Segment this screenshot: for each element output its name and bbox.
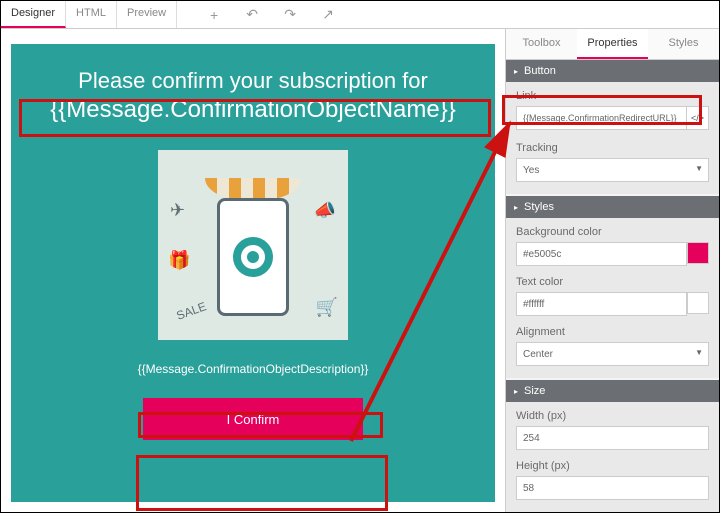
confirm-button[interactable]: I Confirm — [143, 398, 363, 440]
heading-text: Please confirm your subscription for — [21, 68, 485, 94]
code-button[interactable]: </> — [686, 107, 708, 129]
link-input[interactable] — [516, 106, 709, 130]
view-tabs: Designer HTML Preview — [1, 1, 177, 28]
alignment-label: Alignment — [516, 326, 709, 338]
bgcolor-swatch[interactable] — [687, 242, 709, 264]
section-styles[interactable]: ▸Styles — [506, 196, 719, 218]
tab-toolbox[interactable]: Toolbox — [506, 29, 577, 59]
link-field-row: </> — [516, 106, 709, 130]
height-label: Height (px) — [516, 460, 709, 472]
section-size[interactable]: ▸Size — [506, 380, 719, 402]
tab-designer[interactable]: Designer — [1, 1, 66, 28]
alignment-select[interactable] — [516, 342, 709, 366]
width-label: Width (px) — [516, 410, 709, 422]
add-icon[interactable]: + — [207, 8, 221, 22]
merge-object-name[interactable]: {{Message.ConfirmationObjectName}} — [50, 96, 456, 124]
megaphone-icon: 📣 — [314, 200, 336, 221]
awning-illustration — [205, 178, 301, 200]
section-button[interactable]: ▸Button — [506, 60, 719, 82]
chevron-down-icon: ▸ — [514, 203, 518, 212]
target-icon — [233, 237, 273, 277]
sale-tag-icon: SALE — [175, 299, 209, 323]
chevron-down-icon: ▸ — [514, 387, 518, 396]
tab-html[interactable]: HTML — [66, 1, 117, 28]
tracking-select[interactable] — [516, 158, 709, 182]
top-toolbar: Designer HTML Preview + ↶ ↷ ↗ — [1, 1, 719, 29]
tab-properties[interactable]: Properties — [577, 29, 648, 59]
tracking-label: Tracking — [516, 142, 709, 154]
toolbar-actions: + ↶ ↷ ↗ — [177, 1, 335, 28]
redo-icon[interactable]: ↷ — [283, 8, 297, 22]
phone-illustration — [217, 198, 289, 316]
bgcolor-label: Background color — [516, 226, 709, 238]
textcolor-swatch[interactable] — [687, 292, 709, 314]
tab-styles[interactable]: Styles — [648, 29, 719, 59]
height-input[interactable] — [516, 476, 709, 500]
link-label: Link — [516, 90, 709, 102]
gift-icon: 🎁 — [168, 250, 190, 271]
bgcolor-input[interactable] — [516, 242, 687, 266]
highlight-confirm-button — [136, 455, 388, 511]
width-input[interactable] — [516, 426, 709, 450]
chevron-down-icon: ▸ — [514, 67, 518, 76]
canvas-area: Please confirm your subscription for {{M… — [1, 29, 505, 512]
textcolor-input[interactable] — [516, 292, 687, 316]
product-image[interactable]: ✈ 📣 🎁 🛒 SALE — [158, 150, 348, 340]
merge-object-desc[interactable]: {{Message.ConfirmationObjectDescription}… — [138, 362, 369, 376]
tab-preview[interactable]: Preview — [117, 1, 177, 28]
textcolor-label: Text color — [516, 276, 709, 288]
email-stage[interactable]: Please confirm your subscription for {{M… — [11, 44, 495, 502]
undo-icon[interactable]: ↶ — [245, 8, 259, 22]
right-panel: Toolbox Properties Styles ▸Button Link <… — [505, 29, 719, 512]
cart-icon: 🛒 — [316, 297, 338, 318]
panel-tabs: Toolbox Properties Styles — [506, 29, 719, 60]
collapse-icon[interactable]: ↗ — [321, 8, 335, 22]
paperplane-icon: ✈ — [170, 200, 185, 221]
